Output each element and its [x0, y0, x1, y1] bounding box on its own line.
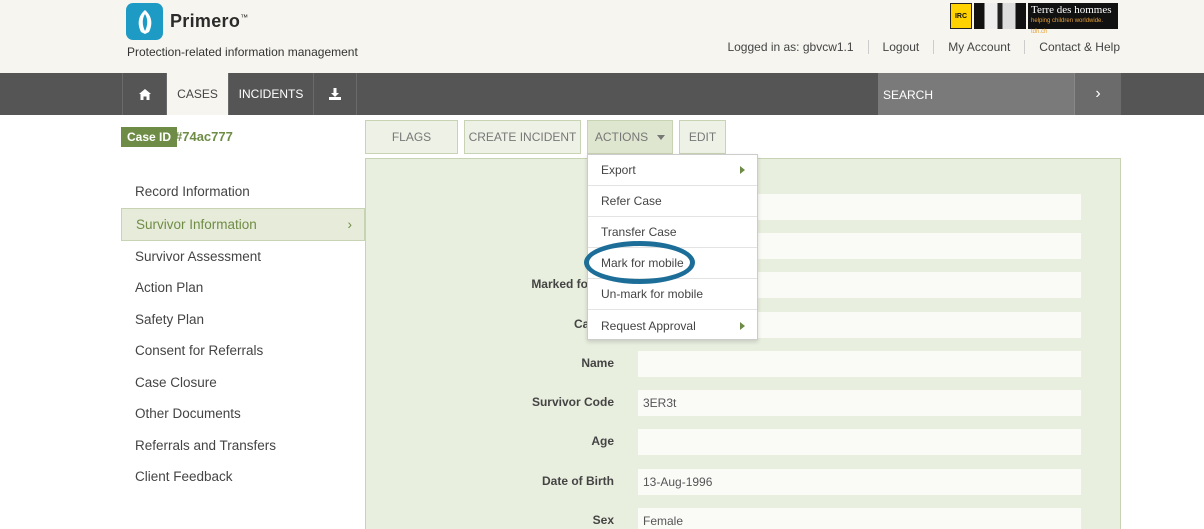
tagline: Protection-related information managemen… — [127, 45, 358, 59]
sidebar-item-case-closure[interactable]: Case Closure — [121, 367, 365, 399]
caret-right-icon — [740, 321, 745, 330]
create-incident-button[interactable]: CREATE INCIDENT — [464, 120, 581, 154]
form-row: Sex Female — [366, 508, 1122, 529]
form-sections-sidebar: Record Information Survivor Information ›… — [121, 176, 365, 493]
search-button[interactable]: › — [1074, 73, 1121, 115]
actions-label: ACTIONS — [594, 130, 649, 144]
top-header: Primero™ Protection-related information … — [0, 0, 1204, 73]
field-value — [638, 351, 1081, 377]
menu-item-export[interactable]: Export — [588, 155, 757, 186]
trademark: ™ — [240, 13, 249, 22]
primero-logo[interactable]: Primero™ — [126, 3, 248, 40]
sidebar-item-record-information[interactable]: Record Information — [121, 176, 365, 208]
main-nav: CASES INCIDENTS SEARCH › — [0, 73, 1204, 115]
field-label: Date of Birth — [542, 474, 614, 488]
case-id-value: #74ac777 — [175, 129, 233, 144]
caret-right-icon — [740, 166, 745, 174]
actions-button[interactable]: ACTIONS — [587, 120, 673, 154]
field-value — [638, 429, 1081, 455]
chevron-right-icon: › — [347, 216, 353, 232]
form-row: Name — [366, 351, 1122, 377]
field-label: Age — [591, 434, 614, 448]
sidebar-item-safety-plan[interactable]: Safety Plan — [121, 304, 365, 336]
case-id-badge: Case ID — [121, 127, 178, 147]
primero-logo-icon — [126, 3, 163, 40]
field-label: Name — [581, 356, 614, 370]
sidebar-item-consent-for-referrals[interactable]: Consent for Referrals — [121, 335, 365, 367]
nav-cases[interactable]: CASES — [166, 73, 228, 115]
sidebar-item-other-documents[interactable]: Other Documents — [121, 398, 365, 430]
app-name: Primero — [170, 11, 241, 31]
my-account-link[interactable]: My Account — [933, 40, 1024, 54]
sidebar-item-survivor-assessment[interactable]: Survivor Assessment — [121, 241, 365, 273]
irc-logo: IRC — [950, 3, 972, 29]
partner-logos: IRC Terre des hommes helping children wo… — [950, 3, 1118, 35]
field-label: Sex — [592, 513, 614, 527]
field-value: 3ER3t — [638, 390, 1081, 416]
logout-link[interactable]: Logout — [867, 40, 934, 54]
sidebar-item-client-feedback[interactable]: Client Feedback — [121, 461, 365, 493]
tdh-logo: Terre des hommes helping children worldw… — [1028, 3, 1118, 35]
sidebar-item-survivor-information[interactable]: Survivor Information › — [121, 207, 365, 241]
field-label: Survivor Code — [531, 395, 614, 409]
download-icon — [329, 88, 341, 100]
form-row: Survivor Code 3ER3t — [366, 390, 1122, 416]
partner-photo-logo — [974, 3, 1026, 29]
tdh-slogan: helping children worldwide. tdh.ch — [1031, 18, 1104, 35]
field-value: Female — [638, 508, 1081, 529]
flags-button[interactable]: FLAGS — [365, 120, 458, 154]
nav-home[interactable] — [122, 73, 166, 115]
nav-incidents[interactable]: INCIDENTS — [228, 73, 313, 115]
caret-down-icon — [657, 134, 666, 140]
sidebar-item-referrals-and-transfers[interactable]: Referrals and Transfers — [121, 430, 365, 462]
menu-item-request-approval[interactable]: Request Approval — [588, 310, 757, 341]
sidebar-item-action-plan[interactable]: Action Plan — [121, 272, 365, 304]
field-value: 13-Aug-1996 — [638, 469, 1081, 495]
search-input[interactable]: SEARCH — [878, 73, 1074, 115]
user-links: Logged in as: gbvcw1.1 Logout My Account… — [713, 40, 1120, 54]
contact-help-link[interactable]: Contact & Help — [1024, 40, 1120, 54]
menu-item-refer-case[interactable]: Refer Case — [588, 186, 757, 217]
actions-dropdown-menu: Export Refer Case Transfer Case Mark for… — [587, 154, 758, 340]
home-icon — [138, 88, 151, 100]
tdh-name: Terre des hommes — [1031, 4, 1112, 16]
menu-item-unmark-for-mobile[interactable]: Un-mark for mobile — [588, 279, 757, 310]
form-row: Date of Birth 13-Aug-1996 — [366, 469, 1122, 495]
menu-item-transfer-case[interactable]: Transfer Case — [588, 217, 757, 248]
logged-in-as: Logged in as: gbvcw1.1 — [727, 40, 854, 54]
form-row: Age — [366, 429, 1122, 455]
menu-item-mark-for-mobile[interactable]: Mark for mobile — [588, 248, 757, 279]
nav-download[interactable] — [313, 73, 357, 115]
edit-button[interactable]: EDIT — [679, 120, 726, 154]
